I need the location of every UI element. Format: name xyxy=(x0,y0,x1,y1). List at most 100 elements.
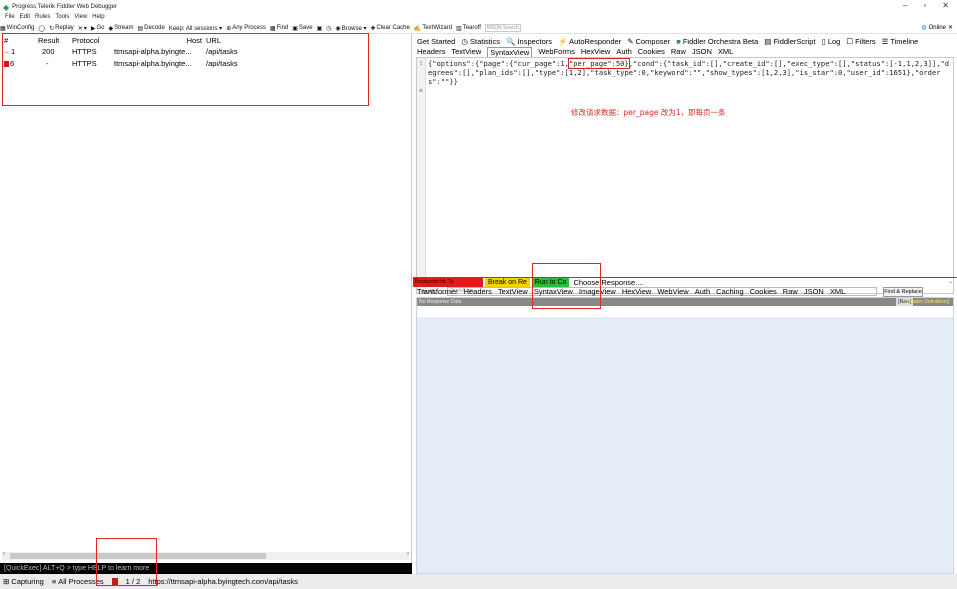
tab-timeline[interactable]: ☰ Timeline xyxy=(882,37,919,48)
resp-tab-caching[interactable]: Caching xyxy=(716,287,744,297)
close-button[interactable]: ✕ xyxy=(942,1,949,10)
header-definitions-button[interactable]: [Header Definitions] xyxy=(903,298,951,306)
process-filter[interactable]: ≡ All Processes xyxy=(52,577,104,586)
statistics-icon: ◷ xyxy=(461,37,468,46)
resp-tab-syntaxview[interactable]: SyntaxView xyxy=(534,287,573,297)
menu-file[interactable]: File xyxy=(5,14,15,23)
toolbar-item-label: WinConfig xyxy=(6,25,35,31)
resp-tab-textview[interactable]: TextView xyxy=(498,287,528,297)
break-on-response-button[interactable]: Break on Re xyxy=(485,278,530,287)
tab-syntaxview[interactable]: SyntaxView xyxy=(487,47,533,57)
tab-cookies[interactable]: Cookies xyxy=(638,47,665,57)
request-editor[interactable]: 1 ⊕ {"options":{"page":{"cur_page":1,"pe… xyxy=(416,57,954,297)
toolbar-item-2[interactable]: ↻ Replay xyxy=(49,25,74,32)
resp-tab-raw[interactable]: Raw xyxy=(783,287,798,297)
find-replace-button[interactable]: Find & Replace xyxy=(883,286,923,297)
response-arrow-icon: ↔ xyxy=(4,49,10,56)
tab-filters[interactable]: ☐ Filters xyxy=(846,37,875,48)
tab-textview[interactable]: TextView xyxy=(451,47,481,57)
resp-tab-transformer[interactable]: Transformer xyxy=(417,287,458,297)
browse-icon: ◉ xyxy=(335,25,341,32)
timeline-icon: ☰ xyxy=(881,37,889,46)
menu-edit[interactable]: Edit xyxy=(20,14,30,23)
sessions-header: # Result Protocol Host URL xyxy=(0,36,412,46)
column-host[interactable]: Host xyxy=(114,36,202,45)
tab-fiddlerscript[interactable]: ▤ FiddlerScript xyxy=(764,37,815,48)
column-url[interactable]: URL xyxy=(206,36,406,45)
toolbar-item-11[interactable]: ▣ xyxy=(317,25,323,32)
choose-response-select[interactable]: Choose Response.... xyxy=(573,278,643,287)
toolbar-item-15[interactable]: ✍ TextWizard xyxy=(414,25,452,32)
resp-tab-hexview[interactable]: HexView xyxy=(622,287,651,297)
tab-hexview[interactable]: HexView xyxy=(581,47,610,57)
tab-webforms[interactable]: WebForms xyxy=(538,47,575,57)
capturing-indicator[interactable]: ⊞ Capturing xyxy=(3,577,44,586)
toolbar-item-7[interactable]: Keep: All sessions ▾ xyxy=(169,25,222,32)
resp-tab-webview[interactable]: WebView xyxy=(657,287,688,297)
row-url-cell: /api/tasks xyxy=(206,59,238,68)
menu-tools[interactable]: Tools xyxy=(55,14,69,23)
menu-view[interactable]: View xyxy=(74,14,87,23)
toolbar-item-6[interactable]: ▤ Decode xyxy=(137,25,164,32)
breakpoint-status[interactable] xyxy=(111,578,118,585)
menu-help[interactable]: Help xyxy=(92,14,104,23)
toolbar-item-9[interactable]: ▦ Find xyxy=(270,25,288,32)
toolbar-item-0[interactable]: ▦ WinConfig xyxy=(0,25,34,32)
menu-rules[interactable]: Rules xyxy=(35,14,50,23)
annotation-note: 修改请求数据：per_page 改为1，即每页一条 xyxy=(571,108,726,117)
log-icon: ▯ xyxy=(821,37,826,46)
column-protocol[interactable]: Protocol xyxy=(72,36,112,45)
table-row[interactable]: ↔1 200 HTTPS ttmsapi-alpha.byingte... /a… xyxy=(0,47,412,57)
remove-icon: ✕ xyxy=(77,25,83,32)
tab-xml[interactable]: XML xyxy=(718,47,733,57)
scroll-right-icon[interactable]: › xyxy=(407,551,409,557)
scrollbar-thumb[interactable] xyxy=(10,553,266,559)
menu-bar: File Edit Rules Tools View Help xyxy=(0,14,105,23)
maximize-button[interactable]: ▫ xyxy=(923,1,926,10)
toolbar-item-label: Replay xyxy=(55,25,74,31)
resp-tab-headers[interactable]: Headers xyxy=(464,287,492,297)
resp-tab-auth[interactable]: Auth xyxy=(695,287,710,297)
chevron-down-icon[interactable]: ⌄ xyxy=(948,278,953,285)
toolbar-item-label: Browse ▾ xyxy=(341,25,367,32)
toolbar-item-1[interactable]: ◯ xyxy=(38,25,45,32)
breakpoint-status-icon xyxy=(111,578,118,585)
online-indicator[interactable]: ◍ Online ✕ xyxy=(921,24,953,32)
close-icon[interactable]: ✕ xyxy=(948,24,953,31)
quickexec-input[interactable]: [QuickExec] ALT+Q > type HELP to learn m… xyxy=(0,563,412,574)
toolbar: ▦ WinConfig ◯ ↻ Replay ✕ ▾ ▶ Go ◆ Stream ▤ Decode Kee… xyxy=(0,23,957,34)
toolbar-item-10[interactable]: ▣ Save xyxy=(292,25,312,32)
composer-icon: ✎ xyxy=(627,37,634,46)
column-num[interactable]: # xyxy=(4,36,24,45)
tab-json[interactable]: JSON xyxy=(692,47,712,57)
toolbar-item-14[interactable]: ✚ Clear Cache xyxy=(370,25,409,32)
minimize-button[interactable]: – xyxy=(903,1,907,10)
horizontal-scrollbar[interactable]: ‹ › xyxy=(2,551,410,560)
toolbar-item-13[interactable]: ◉ Browse ▾ xyxy=(336,25,367,32)
fiddler-logo-icon: ◆ xyxy=(3,2,10,12)
toolbar-item-label: Stream xyxy=(114,25,134,31)
filter-icon: ≡ xyxy=(51,577,57,586)
column-result[interactable]: Result xyxy=(38,36,68,45)
tab-auth[interactable]: Auth xyxy=(616,47,631,57)
request-body[interactable]: {"options":{"page":{"cur_page":1,"per_pa… xyxy=(428,58,952,86)
toolbar-item-4[interactable]: ▶ Go xyxy=(91,25,105,32)
table-row[interactable]: 6 - HTTPS ttmsapi-alpha.byingte... /api/… xyxy=(0,59,412,69)
toolbar-item-16[interactable]: ▥ Tearoff xyxy=(456,25,481,32)
resp-tab-imageview[interactable]: ImageView xyxy=(579,287,616,297)
run-to-completion-button[interactable]: Run to Co xyxy=(531,278,570,287)
scroll-left-icon[interactable]: ‹ xyxy=(3,551,5,557)
tearoff-icon: ▥ xyxy=(456,25,462,32)
msdn-search-input[interactable]: MSDN Search... xyxy=(484,24,523,32)
toolbar-item-5[interactable]: ◆ Stream xyxy=(108,25,133,32)
resp-tab-json[interactable]: JSON xyxy=(804,287,824,297)
toolbar-item-8[interactable]: ⊕ Any Process xyxy=(226,25,266,32)
resp-tab-cookies[interactable]: Cookies xyxy=(750,287,777,297)
clear-cache-icon: ✚ xyxy=(370,25,376,32)
toolbar-item-12[interactable]: ◷ xyxy=(326,25,331,32)
tab-log[interactable]: ▯ Log xyxy=(822,37,841,48)
tab-raw[interactable]: Raw xyxy=(671,47,686,57)
resp-tab-xml[interactable]: XML xyxy=(830,287,845,297)
toolbar-item-3[interactable]: ✕ ▾ xyxy=(78,25,87,32)
tab-headers[interactable]: Headers xyxy=(417,47,445,57)
